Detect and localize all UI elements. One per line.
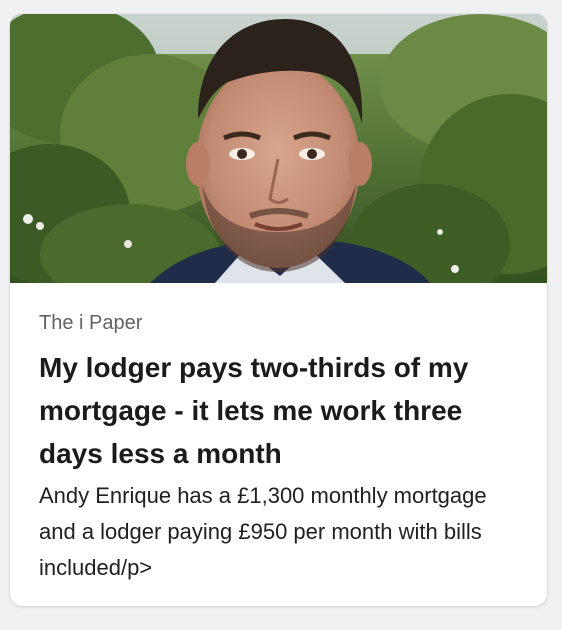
- card-body: The i Paper My lodger pays two-thirds of…: [39, 310, 529, 586]
- article-snippet: Andy Enrique has a £1,300 monthly mortga…: [39, 483, 487, 580]
- source-label[interactable]: The i Paper: [39, 310, 529, 336]
- article-thumbnail[interactable]: [10, 14, 547, 283]
- news-card[interactable]: The i Paper My lodger pays two-thirds of…: [10, 14, 547, 606]
- article-headline[interactable]: My lodger pays two-thirds of my mortgage…: [39, 346, 529, 475]
- article-photo: [10, 14, 547, 283]
